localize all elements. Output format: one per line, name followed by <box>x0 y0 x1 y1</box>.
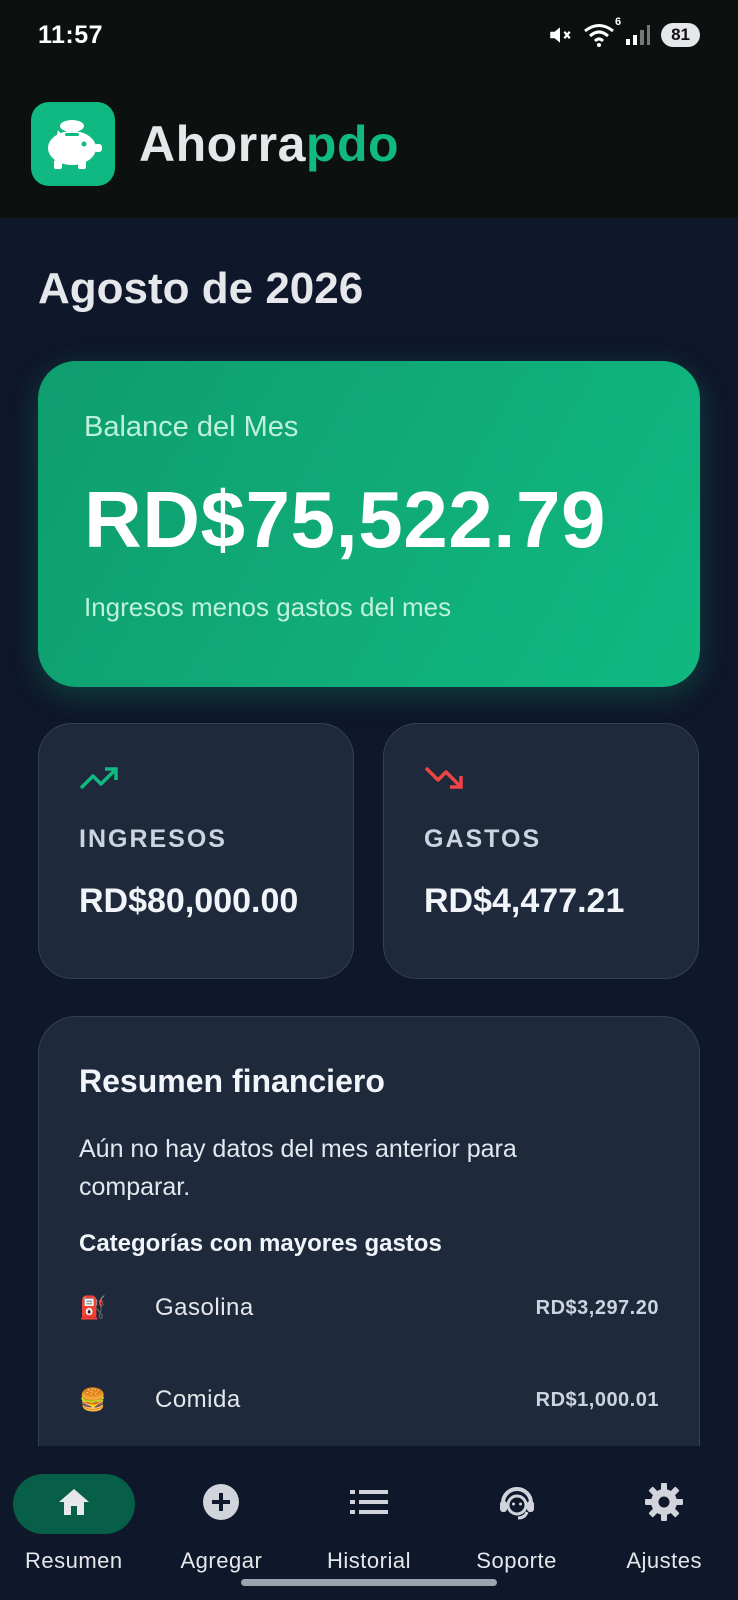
category-row-gasolina[interactable]: ⛽ Gasolina RD$3,297.20 <box>79 1262 659 1354</box>
nav-item-resumen[interactable]: Resumen <box>4 1474 144 1600</box>
trending-up-icon <box>79 767 119 796</box>
expenses-amount: RD$4,477.21 <box>424 882 625 920</box>
category-name: Gasolina <box>155 1294 254 1321</box>
bottom-nav: Resumen Agregar Historial Soporte Ajuste… <box>0 1446 738 1600</box>
piggy-bank-icon <box>31 102 115 186</box>
nav-item-ajustes[interactable]: Ajustes <box>594 1474 734 1600</box>
nav-label: Ajustes <box>626 1548 702 1573</box>
balance-label: Balance del Mes <box>84 411 299 443</box>
app-title: Ahorrapdo <box>139 115 399 173</box>
nav-label: Agregar <box>180 1548 263 1573</box>
income-label: INGRESOS <box>79 825 227 853</box>
category-name: Comida <box>155 1386 241 1413</box>
fuel-icon: ⛽ <box>79 1295 107 1320</box>
nav-label: Soporte <box>476 1548 557 1573</box>
expenses-card: GASTOS RD$4,477.21 <box>383 723 699 979</box>
network-badge: 6 <box>614 16 622 28</box>
summary-message: Aún no hay datos del mes anterior para c… <box>79 1135 517 1201</box>
gear-icon <box>644 1482 684 1527</box>
mute-icon <box>547 22 573 48</box>
nav-label: Resumen <box>24 1548 123 1573</box>
support-agent-icon <box>497 1483 537 1526</box>
status-time: 11:57 <box>38 20 104 49</box>
balance-amount: RD$75,522.79 <box>84 475 606 564</box>
category-amount: RD$1,000.01 <box>535 1388 659 1411</box>
home-icon <box>57 1487 91 1522</box>
summary-card: Resumen financiero Aún no hay datos del … <box>38 1016 700 1476</box>
nav-label: Historial <box>327 1548 411 1573</box>
income-card: INGRESOS RD$80,000.00 <box>38 723 354 979</box>
status-icons: 6 81 <box>547 16 700 48</box>
app-header: Ahorrapdo <box>0 70 738 218</box>
status-bar: 11:57 6 81 <box>0 0 738 70</box>
battery-icon: 81 <box>661 23 700 47</box>
nav-icon-container <box>308 1474 430 1534</box>
app-title-accent: pdo <box>305 116 400 172</box>
category-row-comida[interactable]: 🍔 Comida RD$1,000.01 <box>79 1354 659 1446</box>
burger-icon: 🍔 <box>79 1387 107 1412</box>
nav-icon-container <box>603 1474 725 1534</box>
list-icon <box>349 1489 388 1520</box>
app-title-main: Ahorra <box>139 116 306 172</box>
signal-icon <box>625 24 651 46</box>
page-title: Agosto de 2026 <box>38 264 364 313</box>
income-amount: RD$80,000.00 <box>79 882 299 920</box>
trending-down-icon <box>424 766 464 796</box>
nav-icon-container <box>456 1474 578 1534</box>
nav-icon-container <box>160 1474 282 1534</box>
nav-active-indicator <box>12 1474 135 1534</box>
balance-subtitle: Ingresos menos gastos del mes <box>84 592 452 622</box>
add-circle-icon <box>201 1482 241 1527</box>
summary-title: Resumen financiero <box>79 1063 385 1099</box>
category-amount: RD$3,297.20 <box>535 1296 659 1319</box>
categories-title: Categorías con mayores gastos <box>79 1230 442 1257</box>
home-indicator[interactable] <box>241 1579 497 1586</box>
wifi-icon: 6 <box>583 16 621 48</box>
category-list: ⛽ Gasolina RD$3,297.20 🍔 Comida RD$1,000… <box>79 1262 659 1446</box>
expenses-label: GASTOS <box>424 825 542 853</box>
balance-card: Balance del Mes RD$75,522.79 Ingresos me… <box>38 361 700 687</box>
